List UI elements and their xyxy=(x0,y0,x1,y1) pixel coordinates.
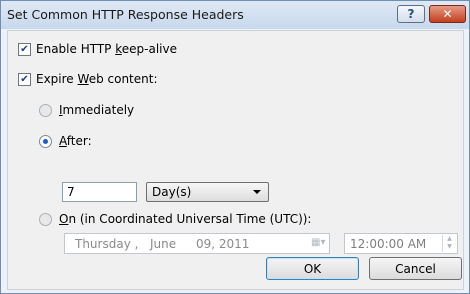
time-picker[interactable]: 12:00:00 AM ▲ ▼ xyxy=(344,233,458,254)
chevron-down-icon xyxy=(253,190,261,194)
dialog-body: ✔ Enable HTTP keep-alive ✔ Expire Web co… xyxy=(7,30,464,290)
dialog-window: Set Common HTTP Response Headers ? ✕ ✔ E… xyxy=(0,0,470,294)
dialog-title: Set Common HTTP Response Headers xyxy=(7,7,244,22)
close-button[interactable]: ✕ xyxy=(429,5,466,23)
keep-alive-label: Enable HTTP keep-alive xyxy=(36,42,177,56)
on-utc-radio[interactable] xyxy=(39,212,52,226)
on-utc-row[interactable]: On (in Coordinated Universal Time (UTC))… xyxy=(39,212,311,226)
time-value: 12:00:00 AM xyxy=(350,237,427,251)
date-picker[interactable]: Thursday , June 09, 2011 ▦▾ xyxy=(64,233,330,254)
immediately-label: Immediately xyxy=(59,103,135,117)
spin-down-icon[interactable]: ▼ xyxy=(443,243,456,251)
immediately-row[interactable]: Immediately xyxy=(39,103,134,117)
check-icon: ✔ xyxy=(20,43,29,55)
help-icon: ? xyxy=(407,7,415,21)
time-spinner[interactable]: ▲ ▼ xyxy=(442,235,456,252)
close-icon: ✕ xyxy=(442,7,453,21)
date-weekday: Thursday , xyxy=(75,237,139,251)
immediately-radio[interactable] xyxy=(39,103,52,117)
time-unit-value: Day(s) xyxy=(152,185,192,199)
after-value-input[interactable]: 7 xyxy=(62,182,137,202)
check-icon: ✔ xyxy=(20,73,29,85)
spin-up-icon[interactable]: ▲ xyxy=(443,235,456,243)
expire-label: Expire Web content: xyxy=(36,72,158,86)
after-radio[interactable] xyxy=(39,134,52,148)
after-row[interactable]: After: xyxy=(39,134,92,148)
date-day-year: 09, 2011 xyxy=(196,237,250,251)
on-utc-label: On (in Coordinated Universal Time (UTC))… xyxy=(59,212,312,226)
help-button[interactable]: ? xyxy=(397,5,425,23)
calendar-icon[interactable]: ▦▾ xyxy=(311,237,325,250)
keep-alive-checkbox[interactable]: ✔ xyxy=(18,42,31,56)
expire-checkbox[interactable]: ✔ xyxy=(18,72,31,86)
ok-button[interactable]: OK xyxy=(266,257,359,280)
after-label: After: xyxy=(59,134,92,148)
keep-alive-row[interactable]: ✔ Enable HTTP keep-alive xyxy=(18,42,177,56)
date-month: June xyxy=(150,237,177,251)
time-unit-select[interactable]: Day(s) xyxy=(146,182,269,202)
title-bar[interactable]: Set Common HTTP Response Headers ? ✕ xyxy=(1,1,469,29)
cancel-button[interactable]: Cancel xyxy=(369,257,462,280)
expire-row[interactable]: ✔ Expire Web content: xyxy=(18,72,158,86)
